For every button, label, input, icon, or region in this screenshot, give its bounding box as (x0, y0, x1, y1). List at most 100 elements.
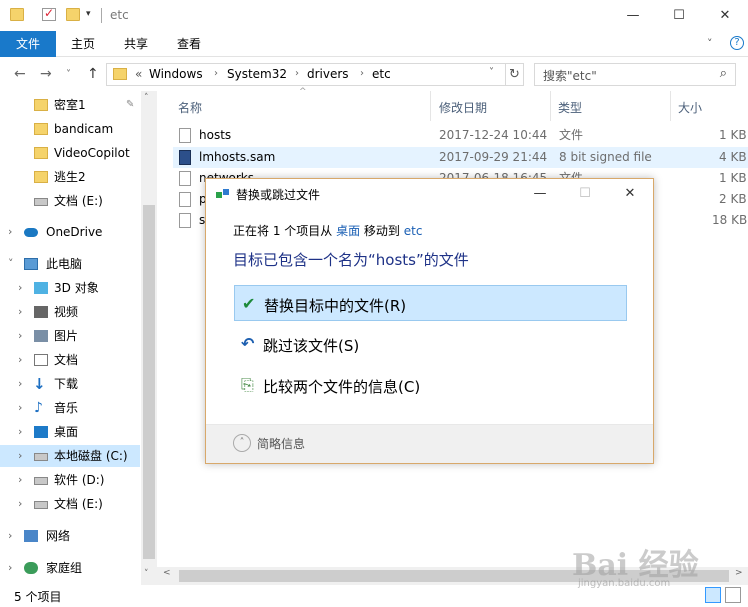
chevron-right-icon[interactable]: › (18, 445, 22, 467)
chevron-right-icon[interactable]: › (18, 325, 22, 347)
tab-view[interactable]: 查看 (164, 31, 214, 57)
sidebar-item-music[interactable]: › ♪ 音乐 (0, 397, 140, 419)
sidebar-item-label: 逃生2 (54, 170, 86, 184)
chevron-right-icon[interactable]: › (8, 557, 12, 579)
sidebar-item-bandicam[interactable]: bandicam (0, 118, 140, 140)
scroll-down-icon[interactable]: ˅ (144, 569, 149, 579)
sidebar-item-3d-objects[interactable]: › 3D 对象 (0, 277, 140, 299)
scroll-left-icon[interactable]: < (163, 568, 171, 578)
destination-link[interactable]: etc (404, 224, 423, 238)
details-view-button[interactable] (705, 587, 721, 603)
drive-icon (34, 477, 48, 485)
breadcrumb-drivers[interactable]: drivers (307, 67, 349, 81)
scroll-right-icon[interactable]: > (735, 568, 743, 578)
sidebar-item-secret-room[interactable]: 密室1 ✎ (0, 94, 140, 116)
skip-option[interactable]: ↶ 跳过该文件(S) (234, 326, 627, 362)
sidebar-scrollbar-thumb[interactable] (143, 205, 155, 559)
sidebar-item-pictures[interactable]: › 图片 (0, 325, 140, 347)
tab-share[interactable]: 共享 (110, 31, 162, 57)
column-divider[interactable] (670, 91, 671, 121)
column-header-type[interactable]: 类型 (558, 99, 582, 116)
sidebar-item-documents[interactable]: › 文档 (0, 349, 140, 371)
sidebar-item-escape2[interactable]: 逃生2 (0, 166, 140, 188)
tab-home[interactable]: 主页 (58, 31, 108, 57)
sidebar-item-docs-e[interactable]: 文档 (E:) (0, 190, 140, 212)
back-button[interactable]: ← (14, 66, 26, 82)
chevron-right-icon[interactable]: › (18, 373, 22, 395)
chevron-right-icon[interactable]: › (18, 469, 22, 491)
table-row[interactable]: hosts 2017-12-24 10:44 文件 1 KB (173, 125, 748, 146)
replace-option[interactable]: ✔ 替换目标中的文件(R) (234, 285, 627, 321)
breadcrumb-etc[interactable]: etc (372, 67, 391, 81)
new-folder-icon[interactable] (66, 8, 80, 21)
copy-icon (216, 189, 230, 199)
chevron-right-icon[interactable]: › (18, 301, 22, 323)
column-header-date[interactable]: 修改日期 (439, 99, 487, 116)
table-row[interactable]: lmhosts.sam 2017-09-29 21:44 8 bit signe… (173, 147, 748, 168)
breadcrumb-separator[interactable]: › (295, 68, 299, 79)
chevron-up-icon[interactable]: ˄ (233, 434, 251, 452)
minimize-button[interactable]: — (610, 4, 656, 28)
sidebar-item-network[interactable]: › 网络 (0, 525, 140, 547)
dialog-minimize-button[interactable]: — (520, 184, 560, 204)
dialog-close-button[interactable]: ✕ (610, 184, 650, 204)
network-icon (24, 530, 38, 542)
sidebar-item-homegroup[interactable]: › 家庭组 (0, 557, 140, 579)
sidebar-item-videocopilot[interactable]: VideoCopilot (0, 142, 140, 164)
column-header-name[interactable]: 名称 (178, 99, 202, 116)
folder-icon (34, 99, 48, 111)
breadcrumb-overflow[interactable]: « (135, 67, 142, 81)
sidebar-item-software-d[interactable]: › 软件 (D:) (0, 469, 140, 491)
chevron-right-icon[interactable]: › (18, 397, 22, 419)
quick-access-dropdown[interactable]: ▾ (86, 9, 91, 19)
column-divider[interactable] (430, 91, 431, 121)
address-dropdown-icon[interactable]: ˅ (489, 67, 494, 78)
sidebar-item-label: bandicam (54, 122, 114, 136)
chevron-down-icon[interactable]: ˅ (8, 253, 14, 275)
chevron-right-icon[interactable]: › (18, 493, 22, 515)
compare-option[interactable]: ⎘ 比较两个文件的信息(C) (234, 367, 627, 403)
sidebar-item-docs-e-2[interactable]: › 文档 (E:) (0, 493, 140, 515)
breadcrumb-windows[interactable]: Windows (149, 67, 203, 81)
scroll-up-icon[interactable]: ˄ (144, 93, 149, 103)
sidebar-item-onedrive[interactable]: › OneDrive (0, 221, 140, 243)
search-box[interactable]: 搜索"etc" ⌕ (534, 63, 736, 86)
file-size: 2 KB (719, 192, 747, 206)
column-header-size[interactable]: 大小 (678, 99, 702, 116)
chevron-right-icon[interactable]: › (8, 525, 12, 547)
sidebar-item-local-disk-c[interactable]: › 本地磁盘 (C:) (0, 445, 140, 467)
properties-icon[interactable] (42, 6, 56, 21)
column-divider[interactable] (550, 91, 551, 121)
tab-file[interactable]: 文件 (0, 31, 56, 57)
ribbon-collapse-icon[interactable]: ˅ (707, 37, 713, 50)
chevron-right-icon[interactable]: › (18, 421, 22, 443)
move-summary: 正在将 1 个项目从 桌面 移动到 etc (233, 222, 422, 239)
chevron-right-icon[interactable]: › (18, 349, 22, 371)
maximize-button[interactable]: ☐ (656, 4, 702, 28)
search-icon[interactable]: ⌕ (720, 66, 727, 81)
chevron-right-icon[interactable]: › (18, 277, 22, 299)
sidebar-item-this-pc[interactable]: ˅ 此电脑 (0, 253, 140, 275)
skip-option-label: 跳过该文件(S) (263, 337, 360, 355)
help-icon[interactable]: ? (730, 36, 744, 50)
refresh-button[interactable]: ↻ (505, 64, 523, 85)
large-icons-view-button[interactable] (725, 587, 741, 603)
recent-locations-dropdown[interactable]: ˅ (66, 69, 71, 80)
up-button[interactable]: ↑ (87, 66, 99, 82)
breadcrumb-separator[interactable]: › (214, 68, 218, 79)
address-bar[interactable]: « Windows › System32 › drivers › etc ˅ ↻ (106, 63, 524, 86)
forward-button[interactable]: → (40, 66, 52, 82)
breadcrumb-separator[interactable]: › (360, 68, 364, 79)
sidebar-item-desktop[interactable]: › 桌面 (0, 421, 140, 443)
chevron-right-icon[interactable]: › (8, 221, 12, 243)
file-icon (179, 213, 191, 228)
breadcrumb-system32[interactable]: System32 (227, 67, 287, 81)
fewer-details-link[interactable]: 简略信息 (257, 435, 305, 452)
source-link[interactable]: 桌面 (336, 224, 360, 238)
pin-icon[interactable]: ✎ (126, 94, 134, 116)
sidebar-item-videos[interactable]: › 视频 (0, 301, 140, 323)
file-date: 2017-09-29 21:44 (439, 150, 548, 164)
close-button[interactable]: ✕ (702, 4, 748, 28)
search-input[interactable]: 搜索"etc" (543, 67, 597, 84)
sidebar-item-downloads[interactable]: › ↓ 下载 (0, 373, 140, 395)
